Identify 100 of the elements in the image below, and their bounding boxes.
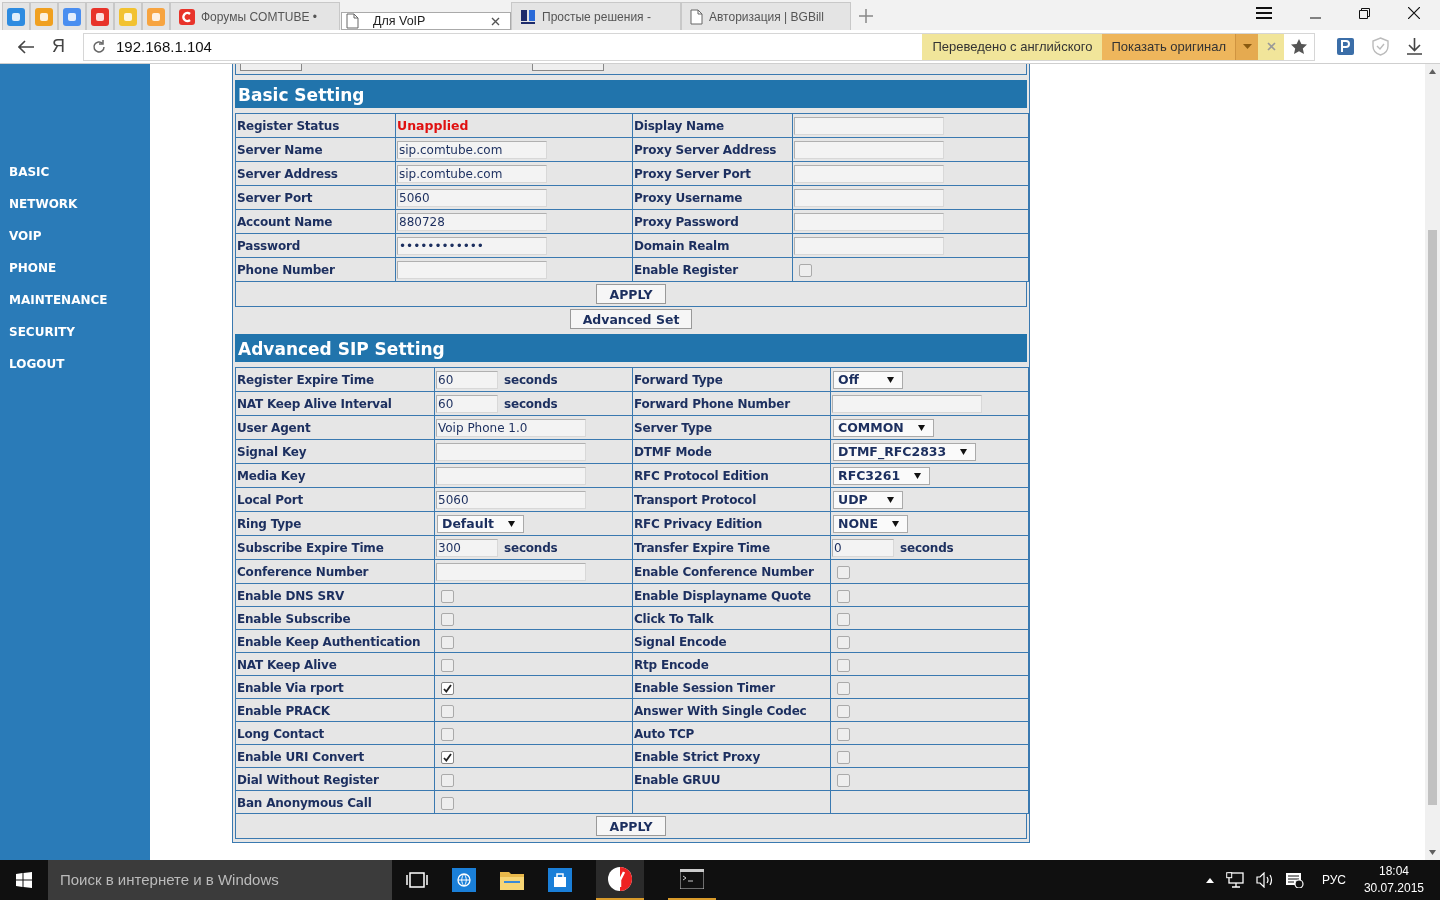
browser-tab[interactable]: Простые решения - — [511, 2, 681, 30]
app-tile-icon[interactable] — [91, 7, 109, 26]
dropdown-button[interactable] — [1235, 33, 1258, 60]
dropdown[interactable]: Default — [437, 514, 524, 533]
checkbox[interactable] — [441, 727, 454, 741]
close-icon[interactable] — [491, 16, 500, 26]
text-field[interactable] — [794, 188, 944, 207]
language-indicator[interactable]: РУС — [1321, 873, 1346, 887]
checkbox[interactable] — [441, 589, 454, 603]
chevron-up-icon[interactable] — [1205, 877, 1214, 883]
volume-icon[interactable] — [1255, 872, 1274, 888]
notification-icon[interactable] — [1285, 872, 1304, 888]
text-field[interactable] — [832, 394, 982, 413]
checkbox[interactable] — [837, 658, 850, 672]
scrollbar[interactable] — [1425, 64, 1440, 860]
text-field[interactable]: 5060 — [436, 490, 586, 509]
checkbox[interactable] — [441, 796, 454, 810]
task-view-icon[interactable] — [406, 872, 428, 888]
checkbox[interactable] — [837, 681, 850, 695]
yandex-browser-icon[interactable] — [607, 866, 633, 892]
app-tile-icon[interactable] — [147, 7, 165, 26]
globe-icon[interactable] — [452, 868, 476, 892]
app-tile-icon[interactable] — [63, 7, 81, 26]
checkbox[interactable] — [441, 612, 454, 626]
checkbox[interactable] — [441, 704, 454, 718]
advanced-set-button[interactable]: Advanced Set — [569, 309, 693, 329]
app-tile-icon[interactable] — [35, 7, 53, 26]
reload-icon[interactable] — [92, 39, 106, 54]
checkbox[interactable] — [441, 658, 454, 672]
scroll-up-icon[interactable] — [1429, 69, 1436, 74]
download-icon[interactable] — [1407, 38, 1422, 55]
text-field[interactable]: 880728 — [397, 212, 547, 231]
restore-icon[interactable] — [1359, 8, 1370, 19]
home-button[interactable]: Я — [52, 36, 65, 57]
checkbox[interactable] — [837, 566, 850, 579]
new-tab-icon[interactable] — [859, 9, 873, 23]
p-badge-icon[interactable] — [1337, 38, 1354, 55]
sidebar-item[interactable]: VOIP — [9, 229, 42, 244]
text-field[interactable] — [794, 164, 944, 183]
checkbox[interactable] — [441, 681, 454, 695]
show-original-button[interactable]: Показать оригинал — [1102, 33, 1235, 60]
app-tile-icon[interactable] — [119, 7, 137, 26]
checkbox[interactable] — [837, 773, 850, 787]
text-field[interactable] — [794, 140, 944, 159]
text-field[interactable]: •••••••••••• — [397, 236, 547, 255]
scroll-down-icon[interactable] — [1429, 850, 1436, 855]
text-field[interactable]: 300 — [436, 538, 498, 557]
close-icon[interactable] — [1408, 7, 1420, 19]
text-field[interactable] — [794, 236, 944, 255]
sidebar-item[interactable]: SECURITY — [9, 325, 75, 340]
text-field[interactable] — [436, 466, 586, 485]
text-field[interactable] — [436, 442, 586, 461]
sidebar-item[interactable]: LOGOUT — [9, 357, 65, 372]
sidebar-item[interactable]: MAINTENANCE — [9, 293, 108, 308]
text-field[interactable] — [794, 212, 944, 231]
checkbox[interactable] — [837, 635, 850, 649]
apply-button[interactable]: APPLY — [596, 816, 666, 836]
text-field[interactable]: 5060 — [397, 188, 547, 207]
checkbox[interactable] — [837, 612, 850, 626]
text-field[interactable]: 60 — [436, 394, 498, 413]
clock-time[interactable]: 18:04 — [1378, 863, 1409, 880]
text-field[interactable]: sip.comtube.com — [397, 164, 547, 183]
browser-tab[interactable]: Форумы COMTUBE • — [170, 2, 340, 30]
text-field[interactable] — [397, 260, 547, 279]
sidebar-item[interactable]: NETWORK — [9, 197, 78, 212]
checkbox[interactable] — [837, 750, 850, 764]
dropdown[interactable]: UDP — [833, 490, 903, 509]
minimize-icon[interactable] — [1310, 17, 1321, 19]
apply-button[interactable]: APPLY — [596, 284, 666, 304]
app-tile-icon[interactable] — [7, 7, 25, 26]
menu-icon[interactable] — [1256, 7, 1272, 19]
clock-date[interactable]: 30.07.2015 — [1363, 880, 1424, 897]
dropdown[interactable]: COMMON — [833, 418, 934, 437]
text-field[interactable]: Voip Phone 1.0 — [436, 418, 586, 437]
search-field[interactable]: Поиск в интернете и в Windows — [48, 860, 392, 900]
address-bar[interactable]: 192.168.1.104 Переведено с английского Показать оригинал — [83, 32, 1315, 61]
text-field[interactable]: 0 — [832, 538, 894, 557]
checkbox[interactable] — [837, 589, 850, 603]
store-icon[interactable] — [548, 868, 572, 892]
shield-icon[interactable] — [1372, 37, 1389, 56]
checkbox[interactable] — [799, 264, 812, 277]
dropdown[interactable]: Off — [833, 370, 903, 389]
checkbox[interactable] — [837, 704, 850, 718]
browser-tab[interactable]: Авторизация | BGBill — [681, 2, 851, 30]
text-field[interactable] — [794, 116, 944, 135]
checkbox[interactable] — [441, 750, 454, 764]
sidebar-item[interactable]: BASIC — [9, 165, 50, 180]
folder-icon[interactable] — [500, 870, 524, 890]
back-icon[interactable] — [18, 39, 34, 54]
browser-tab[interactable]: Для VoIP — [341, 12, 511, 30]
terminal-icon[interactable] — [680, 869, 704, 889]
dropdown[interactable]: DTMF_RFC2833 — [833, 442, 977, 461]
dropdown[interactable]: NONE — [833, 514, 909, 533]
checkbox[interactable] — [441, 635, 454, 649]
checkbox[interactable] — [441, 773, 454, 787]
dropdown[interactable]: RFC3261 — [833, 466, 931, 485]
text-field[interactable]: sip.comtube.com — [397, 140, 547, 159]
text-field[interactable]: 60 — [436, 370, 498, 389]
sidebar-item[interactable]: PHONE — [9, 261, 57, 276]
network-icon[interactable] — [1225, 872, 1244, 888]
